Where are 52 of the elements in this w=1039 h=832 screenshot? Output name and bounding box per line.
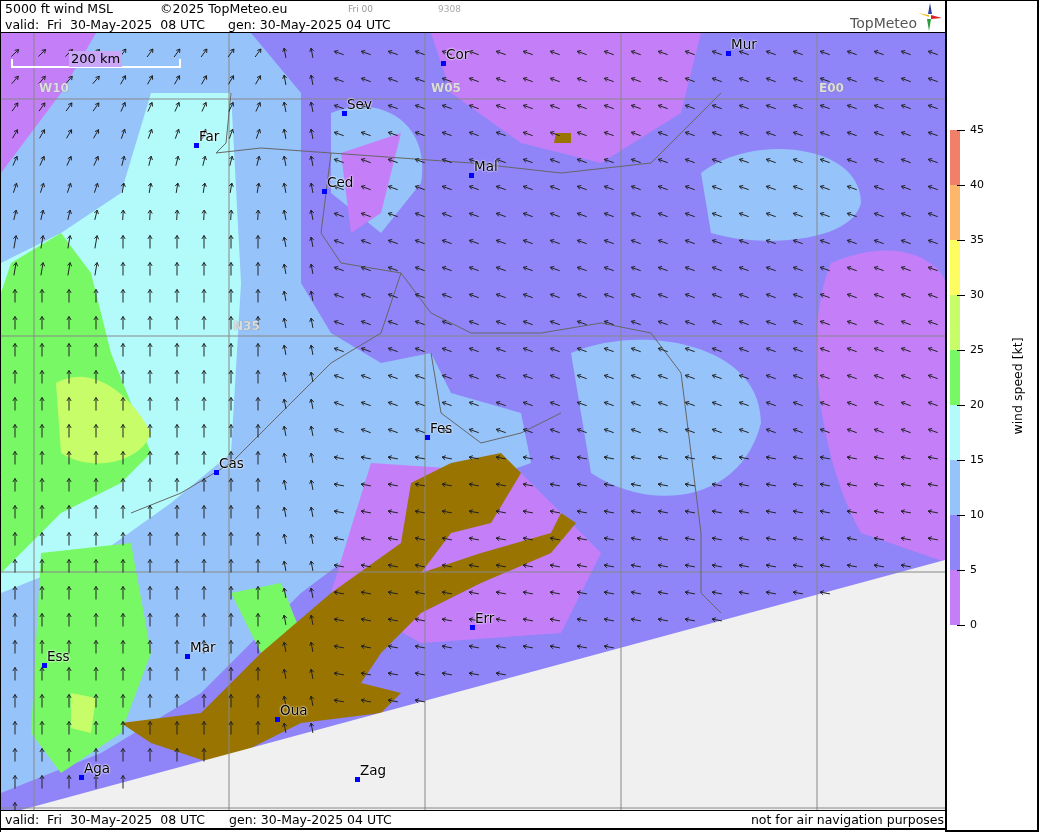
city-marker-icon: [342, 111, 347, 116]
city-marker-icon: [194, 143, 199, 148]
city-label: Ced: [327, 174, 354, 190]
copyright-text: ©2025 TopMeteo.eu: [160, 1, 289, 17]
product-code: 9308: [438, 3, 461, 16]
scale-label: 200 km: [69, 51, 123, 67]
generated-time: gen: 30-May-2025 04 UTC: [229, 811, 392, 828]
city-marker-icon: [726, 51, 731, 56]
run-tag: Fri 00: [348, 1, 438, 17]
city-label: Oua: [280, 702, 308, 718]
city-marker-icon: [470, 625, 475, 630]
city-marker-icon: [322, 189, 327, 194]
tick-label: 25: [970, 344, 984, 356]
generated-time: gen: 30-May-2025 04 UTC: [228, 17, 391, 33]
city-label: Fes: [430, 420, 453, 436]
city-label: Mur: [731, 36, 757, 52]
city-label: Cas: [219, 455, 244, 471]
city-label: Cor: [446, 46, 470, 62]
city-marker-icon: [79, 775, 84, 780]
tick-label: 15: [970, 454, 984, 466]
product-title: 5000 ft wind MSL: [5, 1, 115, 17]
city-marker-icon: [275, 717, 280, 722]
city-marker-icon: [469, 173, 474, 178]
city-marker-icon: [185, 654, 190, 659]
logo-text: TopMeteo: [850, 15, 917, 32]
tick-label: 35: [970, 234, 984, 246]
valid-time: valid: Fri 30-May-2025 08 UTC: [5, 17, 206, 33]
valid-time: valid: Fri 30-May-2025 08 UTC: [5, 811, 206, 828]
city-label: Err: [475, 610, 495, 626]
city-label: Far: [199, 128, 220, 144]
tick-label: 40: [970, 179, 984, 191]
city-marker-icon: [214, 470, 219, 475]
city-label: Mal: [474, 158, 498, 174]
city-label: Mar: [190, 639, 216, 655]
tick-label: 45: [970, 124, 984, 136]
grid-label: W05: [431, 81, 461, 95]
city-label: Sev: [347, 96, 372, 112]
tick-label: 30: [970, 289, 984, 301]
city-marker-icon: [42, 663, 47, 668]
city-label: Zag: [360, 762, 387, 778]
disclaimer-text: not for air navigation purposes: [750, 811, 945, 828]
city-label: Aga: [84, 760, 111, 776]
city-label: Ess: [47, 648, 70, 664]
city-marker-icon: [425, 435, 430, 440]
legend-title: wind speed [kt]: [1009, 337, 1025, 435]
tick-label: 20: [970, 399, 984, 411]
city-marker-icon: [355, 777, 360, 782]
tick-label: 5: [970, 564, 977, 576]
tick-label: 0: [970, 619, 977, 631]
tick-label: 10: [970, 509, 984, 521]
grid-label: E00: [819, 81, 844, 95]
city-marker-icon: [441, 61, 446, 66]
